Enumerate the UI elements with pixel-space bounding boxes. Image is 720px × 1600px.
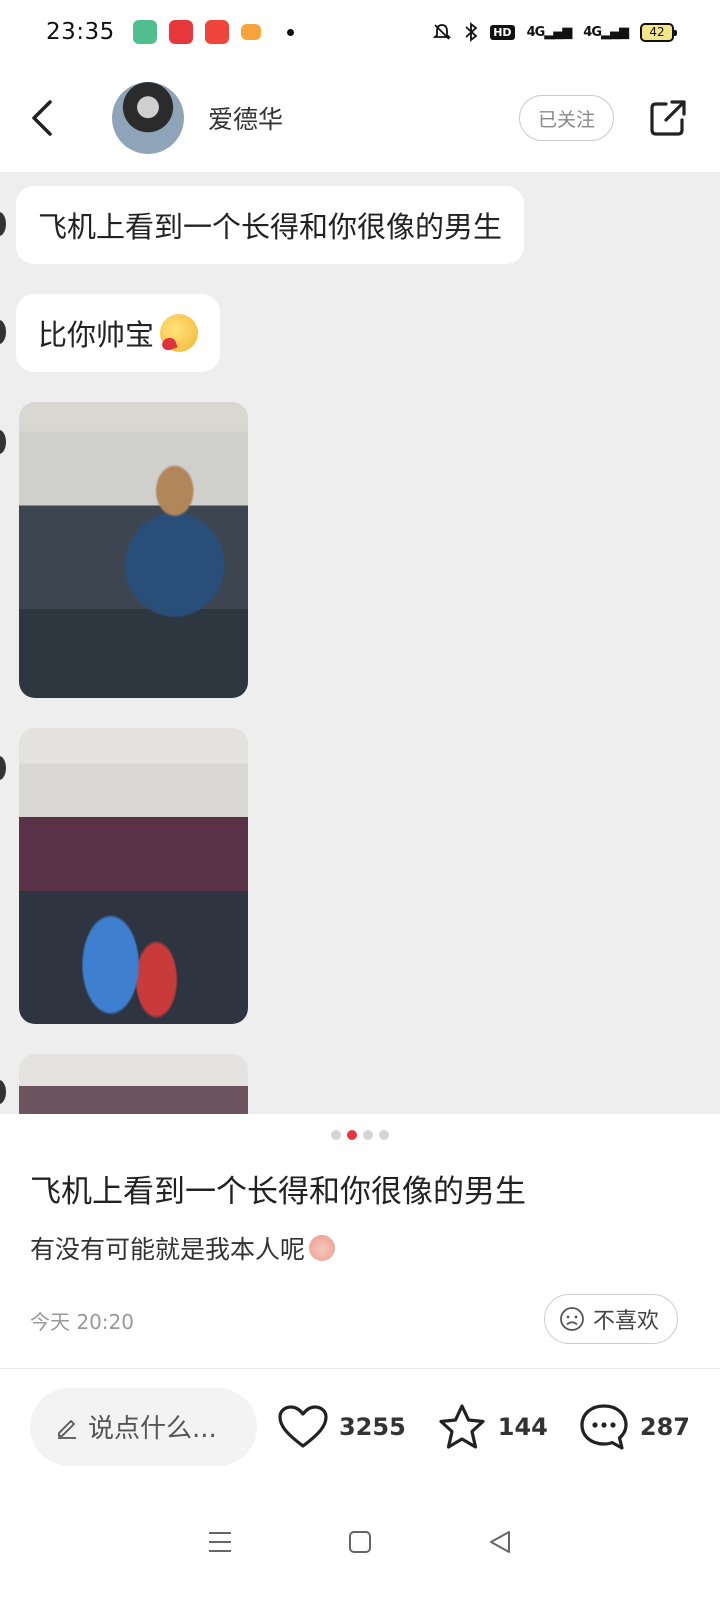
dislike-button[interactable]: 不喜欢 xyxy=(543,1294,678,1344)
post-header: 爱德华 已关注 xyxy=(0,64,720,172)
bottom-action-bar: 说点什么... 3255 144 287 xyxy=(0,1369,720,1484)
favorite-count: 144 xyxy=(497,1412,548,1441)
chevron-left-icon xyxy=(32,100,52,136)
author-name[interactable]: 爱德华 xyxy=(208,100,283,136)
avatar-edge xyxy=(0,1080,6,1104)
chat-bubble: 比你帅宝 xyxy=(16,294,221,372)
avatar-edge xyxy=(0,212,6,236)
chat-bubble: 飞机上看到一个长得和你很像的男生 xyxy=(16,186,525,264)
avatar-edge xyxy=(0,320,6,344)
notification-app-icon xyxy=(132,20,157,44)
hd-badge: HD xyxy=(490,24,515,40)
carousel-dot xyxy=(331,1130,341,1140)
like-button[interactable]: 3255 xyxy=(277,1404,406,1450)
post-title: 飞机上看到一个长得和你很像的男生 xyxy=(30,1174,526,1210)
airplane-photo[interactable] xyxy=(19,728,248,1024)
star-icon xyxy=(439,1403,485,1449)
avatar[interactable] xyxy=(112,82,184,154)
comment-input[interactable]: 说点什么... xyxy=(30,1387,257,1466)
bluetooth-icon xyxy=(465,22,478,42)
carousel-indicator xyxy=(0,1130,720,1140)
comment-count: 287 xyxy=(639,1412,690,1441)
play-app-icon xyxy=(204,20,229,44)
comment-placeholder: 说点什么... xyxy=(88,1414,217,1444)
status-bar: 23:35 HD 4G▂▄▆ 4G▂▄▆ 42 xyxy=(0,0,720,64)
comment-bubble-icon xyxy=(580,1403,628,1450)
like-count: 3255 xyxy=(338,1412,406,1441)
share-icon xyxy=(650,100,686,136)
chat-bubble-text: 飞机上看到一个长得和你很像的男生 xyxy=(38,210,503,244)
carousel-dot xyxy=(379,1130,389,1140)
dislike-label: 不喜欢 xyxy=(592,1309,659,1334)
battery-icon: 42 xyxy=(640,22,677,42)
baby-face-emoji-icon xyxy=(309,1235,336,1261)
post-body: 有没有可能就是我本人呢 xyxy=(30,1230,336,1266)
mute-bell-icon xyxy=(433,24,452,40)
comment-button[interactable]: 287 xyxy=(578,1402,690,1452)
home-nav-icon[interactable] xyxy=(345,1527,375,1557)
more-notifications-dot xyxy=(286,28,294,36)
post-image-carousel[interactable]: 飞机上看到一个长得和你很像的男生 比你帅宝 xyxy=(0,172,720,1114)
airplane-photo[interactable] xyxy=(19,1054,248,1114)
carousel-dot-active xyxy=(347,1130,357,1140)
carousel-dot xyxy=(363,1130,373,1140)
signal-4g-icon: 4G▂▄▆ xyxy=(526,24,573,40)
chat-bubble-text: 比你帅宝 xyxy=(38,318,155,352)
airplane-photo[interactable] xyxy=(19,402,248,698)
post-date: 今天 20:20 xyxy=(30,1310,134,1334)
status-time: 23:35 xyxy=(46,19,115,45)
follow-button[interactable]: 已关注 xyxy=(518,95,614,141)
frown-face-icon xyxy=(560,1307,584,1331)
favorite-button[interactable]: 144 xyxy=(436,1402,548,1452)
share-button[interactable] xyxy=(646,96,690,140)
notification-app-icon xyxy=(168,20,193,44)
blush-heart-emoji-icon xyxy=(160,314,199,352)
system-nav-bar xyxy=(0,1484,720,1600)
pencil-icon xyxy=(58,1419,76,1439)
back-button[interactable] xyxy=(30,98,70,138)
back-nav-icon[interactable] xyxy=(485,1527,515,1557)
avatar-edge xyxy=(0,756,6,780)
avatar-edge xyxy=(0,430,6,454)
game-app-icon xyxy=(240,24,261,40)
post-body-text: 有没有可能就是我本人呢 xyxy=(30,1235,306,1264)
menu-nav-icon[interactable] xyxy=(205,1528,235,1556)
signal-4g-icon: 4G▂▄▆ xyxy=(583,24,629,40)
heart-icon xyxy=(278,1404,328,1448)
